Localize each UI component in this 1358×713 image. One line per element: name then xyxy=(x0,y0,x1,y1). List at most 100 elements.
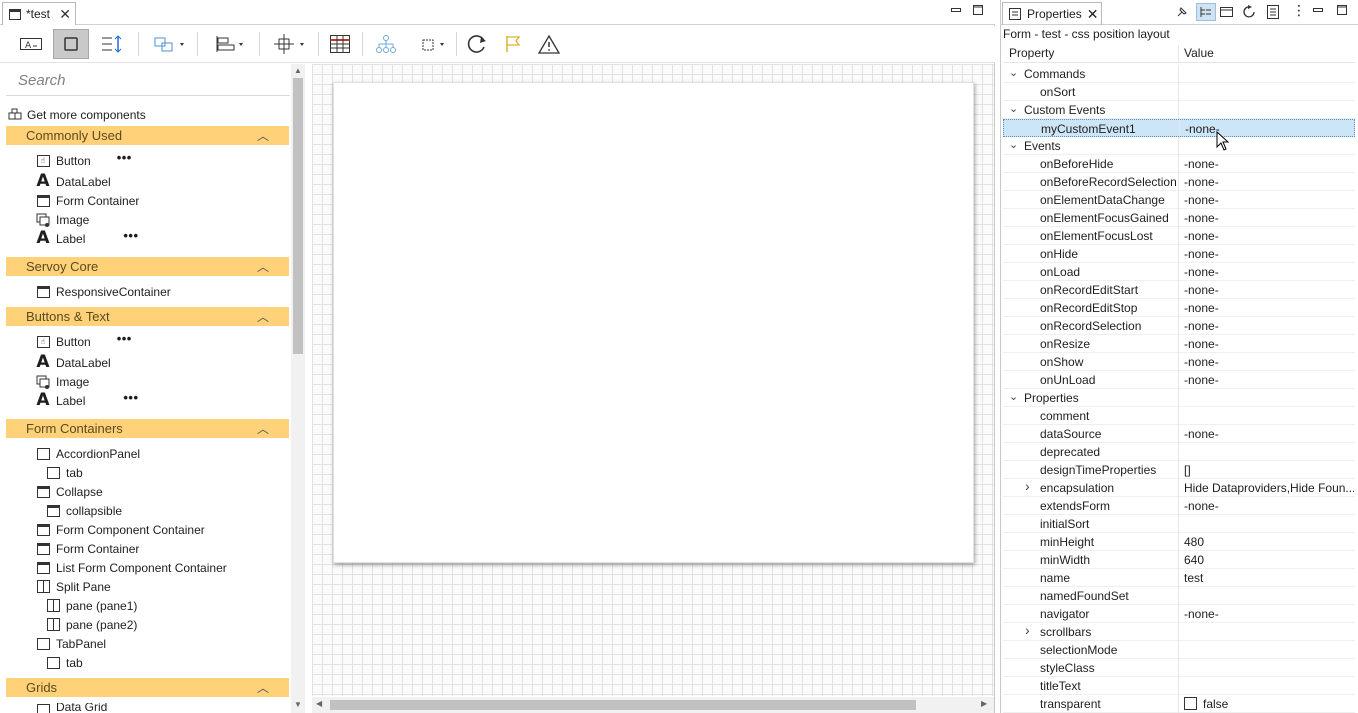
property-value[interactable]: -none- xyxy=(1184,265,1354,279)
property-row[interactable]: designTimeProperties [] xyxy=(1003,461,1355,479)
property-row[interactable]: myCustomEvent1 -none- xyxy=(1003,119,1355,138)
property-value[interactable]: -none- xyxy=(1184,499,1354,513)
palette-item-button[interactable]: ☝ Button ••• xyxy=(36,332,132,351)
property-row[interactable]: onElementDataChange -none- xyxy=(1003,191,1355,209)
more-options-icon[interactable]: ••• xyxy=(123,229,138,242)
more-options-icon[interactable]: ••• xyxy=(117,332,132,345)
property-row[interactable]: onRecordSelection -none- xyxy=(1003,317,1355,335)
palette-item-collapsible[interactable]: collapsible xyxy=(46,501,122,520)
search-input[interactable]: Search xyxy=(6,66,290,96)
hierarchy-icon[interactable] xyxy=(372,29,400,59)
property-value[interactable]: -none- xyxy=(1185,122,1355,136)
more-options-icon[interactable]: ••• xyxy=(123,391,138,404)
palette-item-image[interactable]: Image xyxy=(36,210,89,229)
close-icon[interactable]: ✕ xyxy=(1087,6,1099,23)
palette-item-responsive-container[interactable]: ResponsiveContainer xyxy=(36,282,171,301)
palette-item-pane2[interactable]: pane (pane2) xyxy=(46,615,137,634)
get-more-components-link[interactable]: Get more components xyxy=(8,105,146,124)
palette-item-pane1[interactable]: pane (pane1) xyxy=(46,596,137,615)
palette-item-form-component-container[interactable]: Form Component Container xyxy=(36,520,205,539)
minimize-icon[interactable] xyxy=(1312,4,1324,19)
chevron-up-icon[interactable]: ︿ xyxy=(257,420,269,437)
tab-test[interactable]: *test ✕ xyxy=(2,2,76,25)
align-dropdown-icon[interactable] xyxy=(212,29,248,59)
property-value[interactable]: -none- xyxy=(1184,157,1354,171)
property-value[interactable]: -none- xyxy=(1184,337,1354,351)
palette-item-split-pane[interactable]: Split Pane xyxy=(36,577,111,596)
palette-item-tab[interactable]: tab xyxy=(46,653,83,672)
property-row[interactable]: › encapsulation Hide Dataproviders,Hide Fo… xyxy=(1003,478,1355,497)
property-row[interactable]: minWidth 640 xyxy=(1003,551,1355,569)
property-row[interactable]: onRecordEditStop -none- xyxy=(1003,299,1355,317)
chevron-up-icon[interactable]: ︿ xyxy=(257,258,269,275)
property-value[interactable]: -none- xyxy=(1184,301,1354,315)
palette-item-form-container[interactable]: Form Container xyxy=(36,191,139,210)
property-row[interactable]: transparent false xyxy=(1003,695,1355,713)
scroll-left-icon[interactable]: ◀ xyxy=(316,699,322,708)
property-group-row[interactable]: ⌄ Custom Events xyxy=(1003,101,1355,119)
property-row[interactable]: onUnLoad -none- xyxy=(1003,371,1355,389)
property-row[interactable]: titleText xyxy=(1003,677,1355,695)
tab-properties[interactable]: Properties ✕ xyxy=(1002,2,1102,25)
chevron-up-icon[interactable]: ︿ xyxy=(257,679,269,696)
maximize-icon[interactable] xyxy=(972,4,984,18)
chevron-down-icon[interactable]: ⌄ xyxy=(1009,102,1018,115)
property-row[interactable]: navigator -none- xyxy=(1003,605,1355,623)
property-value[interactable]: [] xyxy=(1184,463,1354,477)
property-value[interactable]: 480 xyxy=(1184,535,1354,549)
chevron-down-icon[interactable]: ⌄ xyxy=(1009,138,1018,151)
scroll-right-icon[interactable]: ▶ xyxy=(981,699,987,708)
property-group-row[interactable]: ⌄ Events xyxy=(1003,137,1355,155)
category-servoy-core[interactable]: Servoy Core ︿ xyxy=(6,257,289,276)
property-row[interactable]: name test xyxy=(1003,569,1355,587)
categories-toggle-icon[interactable] xyxy=(1196,3,1216,21)
warning-icon[interactable] xyxy=(535,29,563,59)
property-row[interactable]: dataSource -none- xyxy=(1003,425,1355,443)
frame-dropdown-icon[interactable] xyxy=(418,29,448,59)
palette-item-datalabel[interactable]: A DataLabel xyxy=(36,172,110,191)
form-design-surface[interactable] xyxy=(333,82,974,563)
description-icon[interactable] xyxy=(1265,4,1281,23)
palette-item-button[interactable]: ☝ Button ••• xyxy=(36,151,132,170)
property-row[interactable]: › scrollbars xyxy=(1003,622,1355,641)
sizing-tool-icon[interactable] xyxy=(96,29,126,59)
property-row[interactable]: styleClass xyxy=(1003,659,1355,677)
close-icon[interactable]: ✕ xyxy=(59,7,71,21)
property-value[interactable]: -none- xyxy=(1184,175,1354,189)
category-grids[interactable]: Grids ︿ xyxy=(6,678,289,697)
property-value[interactable]: -none- xyxy=(1184,247,1354,261)
scroll-down-icon[interactable]: ▼ xyxy=(294,700,302,709)
palette-item-tab[interactable]: tab xyxy=(46,463,83,482)
property-row[interactable]: namedFoundSet xyxy=(1003,587,1355,605)
view-menu-icon[interactable]: ⋮ xyxy=(1292,3,1306,17)
palette-item-data-grid[interactable]: Data Grid xyxy=(36,703,107,713)
property-row[interactable]: deprecated xyxy=(1003,443,1355,461)
restore-default-icon[interactable] xyxy=(1242,4,1258,23)
property-row[interactable]: extendsForm -none- xyxy=(1003,497,1355,515)
property-row[interactable]: onResize -none- xyxy=(1003,335,1355,353)
distribute-dropdown-icon[interactable] xyxy=(271,29,309,59)
property-row[interactable]: onHide -none- xyxy=(1003,245,1355,263)
palette-item-list-form-component-container[interactable]: List Form Component Container xyxy=(36,558,227,577)
palette-item-accordion-panel[interactable]: AccordionPanel xyxy=(36,444,140,463)
chevron-right-icon[interactable]: › xyxy=(1025,622,1030,638)
property-value[interactable]: -none- xyxy=(1184,427,1354,441)
property-row[interactable]: onSort xyxy=(1003,83,1355,101)
property-row[interactable]: onRecordEditStart -none- xyxy=(1003,281,1355,299)
property-row[interactable]: onLoad -none- xyxy=(1003,263,1355,281)
property-group-row[interactable]: ⌄ Commands xyxy=(1003,65,1355,83)
palette-item-label[interactable]: A Label ••• xyxy=(36,391,139,410)
property-value[interactable]: -none- xyxy=(1184,193,1354,207)
property-row[interactable]: initialSort xyxy=(1003,515,1355,533)
property-group-row[interactable]: ⌄ Properties xyxy=(1003,389,1355,407)
chevron-right-icon[interactable]: › xyxy=(1025,478,1030,494)
palette-item-collapse[interactable]: Collapse xyxy=(36,482,103,501)
chevron-down-icon[interactable]: ⌄ xyxy=(1009,66,1018,79)
palette-item-datalabel[interactable]: A DataLabel xyxy=(36,353,110,372)
property-value[interactable]: 640 xyxy=(1184,553,1354,567)
palette-item-image[interactable]: Image xyxy=(36,372,89,391)
chevron-down-icon[interactable]: ⌄ xyxy=(1009,390,1018,403)
flag-icon[interactable] xyxy=(500,29,526,59)
property-value[interactable]: -none- xyxy=(1184,607,1354,621)
property-row[interactable]: onElementFocusLost -none- xyxy=(1003,227,1355,245)
